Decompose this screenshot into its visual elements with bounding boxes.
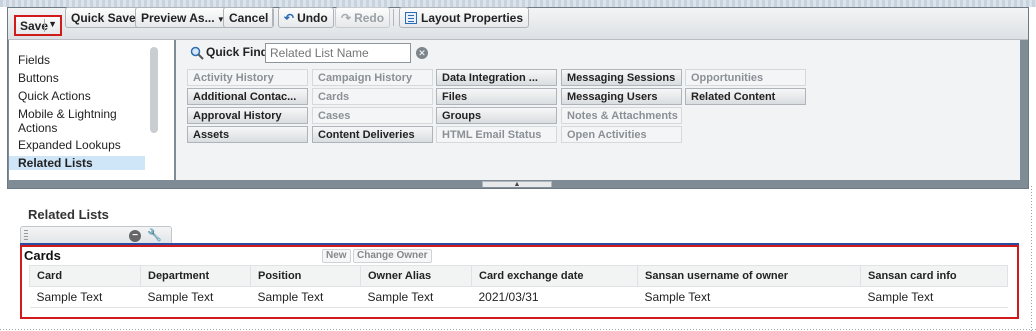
palette-item[interactable]: Related Content bbox=[685, 88, 806, 105]
palette-item[interactable]: Approval History bbox=[187, 107, 308, 124]
palette-item[interactable]: Messaging Users bbox=[561, 88, 682, 105]
palette-item[interactable]: Groups bbox=[436, 107, 557, 124]
wrench-icon[interactable]: 🔧 bbox=[147, 228, 162, 242]
quick-find-input[interactable] bbox=[265, 43, 411, 63]
column-header[interactable]: Sansan card info bbox=[860, 265, 1008, 287]
layout-properties-button[interactable]: Layout Properties bbox=[399, 7, 530, 28]
redo-label: Redo bbox=[354, 11, 385, 25]
search-icon bbox=[190, 46, 204, 60]
layout-properties-icon bbox=[405, 12, 417, 24]
table-cell: Sample Text bbox=[29, 286, 141, 308]
palette-item[interactable]: Additional Contac... bbox=[187, 88, 308, 105]
related-lists-heading: Related Lists bbox=[28, 207, 109, 222]
grip-icon[interactable] bbox=[24, 230, 28, 240]
cards-title: Cards bbox=[24, 248, 61, 263]
category-mobile-lightning-actions[interactable]: Mobile & Lightning Actions bbox=[9, 107, 145, 135]
column-header[interactable]: Owner Alias bbox=[360, 265, 472, 287]
table-cell: Sample Text bbox=[860, 286, 1008, 308]
column-header[interactable]: Card bbox=[29, 265, 141, 287]
category-scrollbar[interactable] bbox=[150, 47, 158, 133]
undo-label: Undo bbox=[297, 11, 328, 25]
new-button[interactable]: New bbox=[322, 249, 351, 263]
category-related-lists[interactable]: Related Lists bbox=[9, 156, 145, 170]
toolbar-separator bbox=[393, 9, 394, 26]
column-header[interactable]: Position bbox=[250, 265, 361, 287]
column-header[interactable]: Card exchange date bbox=[471, 265, 638, 287]
category-buttons[interactable]: Buttons bbox=[9, 71, 145, 85]
redo-button[interactable]: ↷ Redo bbox=[335, 7, 391, 28]
category-expanded-lookups[interactable]: Expanded Lookups bbox=[9, 138, 145, 152]
chevron-down-icon[interactable]: ▼ bbox=[44, 19, 57, 32]
table-cell: Sample Text bbox=[250, 286, 361, 308]
save-button[interactable]: Save ▼ bbox=[14, 15, 62, 36]
top-strip bbox=[0, 0, 1036, 7]
palette-item[interactable]: Cases bbox=[312, 107, 433, 124]
table-cell: 2021/03/31 bbox=[471, 286, 638, 308]
column-header[interactable]: Sansan username of owner bbox=[637, 265, 861, 287]
category-fields[interactable]: Fields bbox=[9, 53, 145, 67]
palette-item[interactable]: HTML Email Status bbox=[436, 126, 557, 143]
palette-item[interactable]: Content Deliveries bbox=[312, 126, 433, 143]
column-header[interactable]: Department bbox=[140, 265, 251, 287]
undo-icon: ↶ bbox=[284, 11, 295, 25]
palette-item[interactable]: Assets bbox=[187, 126, 308, 143]
redo-icon: ↷ bbox=[341, 11, 352, 25]
table-cell: Sample Text bbox=[637, 286, 861, 308]
palette-item[interactable]: Cards bbox=[312, 88, 433, 105]
palette-item[interactable]: Messaging Sessions bbox=[561, 69, 682, 86]
palette-item[interactable]: Data Integration ... bbox=[436, 69, 557, 86]
layout-properties-label: Layout Properties bbox=[421, 11, 524, 25]
category-quick-actions[interactable]: Quick Actions bbox=[9, 89, 145, 103]
palette-item[interactable]: Activity History bbox=[187, 69, 308, 86]
table-header-row: Card Department Position Owner Alias Car… bbox=[29, 265, 1008, 287]
page-border-bottom bbox=[0, 329, 1036, 330]
table-cell: Sample Text bbox=[360, 286, 472, 308]
related-list-drag-handle[interactable]: − 🔧 bbox=[20, 226, 172, 244]
palette-item[interactable]: Open Activities bbox=[561, 126, 682, 143]
cancel-button[interactable]: Cancel bbox=[223, 7, 275, 28]
palette-item[interactable]: Campaign History bbox=[312, 69, 433, 86]
collapse-palette-handle[interactable]: ▲ bbox=[482, 181, 552, 188]
quick-find-label: Quick Find bbox=[206, 45, 269, 59]
quick-save-button[interactable]: Quick Save bbox=[65, 7, 142, 28]
undo-button[interactable]: ↶ Undo bbox=[278, 7, 334, 28]
table-row: Sample Text Sample Text Sample Text Samp… bbox=[29, 286, 1008, 308]
toolbar-separator bbox=[272, 9, 273, 26]
preview-as-button[interactable]: Preview As... ▼ bbox=[135, 7, 231, 28]
change-owner-button[interactable]: Change Owner bbox=[353, 249, 432, 263]
cards-table: Card Department Position Owner Alias Car… bbox=[29, 265, 1008, 308]
palette-item[interactable]: Files bbox=[436, 88, 557, 105]
palette-item[interactable]: Opportunities bbox=[685, 69, 806, 86]
clear-icon[interactable]: ✕ bbox=[416, 47, 428, 59]
remove-icon[interactable]: − bbox=[129, 230, 141, 242]
page-border-right bbox=[1031, 186, 1032, 331]
palette-item[interactable]: Notes & Attachments bbox=[561, 107, 682, 124]
preview-as-label: Preview As... bbox=[141, 11, 215, 25]
table-cell: Sample Text bbox=[140, 286, 251, 308]
